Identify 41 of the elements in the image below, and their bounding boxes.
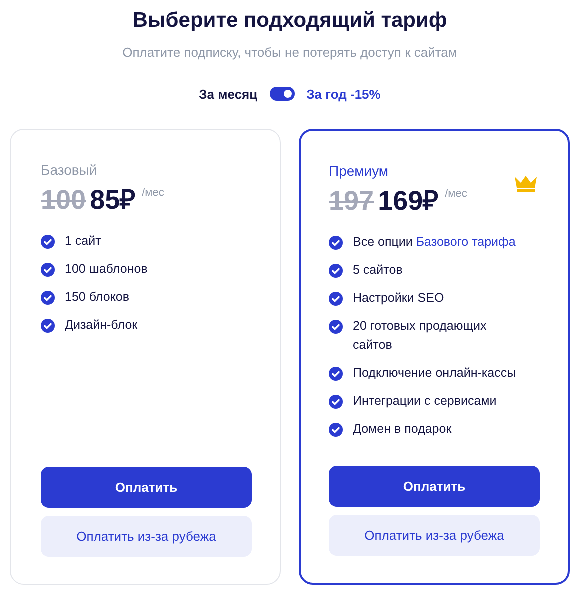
feature-text: Интеграции с сервисами — [353, 393, 498, 410]
check-icon — [41, 235, 55, 249]
feature-text: 5 сайтов — [353, 262, 404, 279]
old-price: 197 — [329, 185, 374, 218]
check-icon — [329, 367, 343, 381]
feature-text: 20 готовых продающих сайтов — [353, 318, 488, 354]
check-icon — [329, 292, 343, 306]
check-icon — [41, 263, 55, 277]
check-icon — [41, 291, 55, 305]
feature-text: Настройки SEO — [353, 290, 446, 307]
billing-toggle[interactable] — [270, 87, 295, 102]
feature-text: Подключение онлайн-кассы — [353, 365, 518, 382]
plan-link[interactable]: Базового тарифа — [416, 235, 516, 249]
crown-icon — [514, 175, 538, 193]
old-price: 100 — [41, 184, 86, 217]
page-subtitle: Оплатите подписку, чтобы не потерять доступ к сайтам — [122, 44, 458, 62]
feature-text: Все опции Базового тарифа — [353, 234, 517, 251]
monthly-label[interactable]: За месяц — [199, 84, 258, 104]
price: 85₽ — [90, 184, 136, 217]
feature-text: Дизайн-блок — [65, 317, 139, 334]
check-icon — [329, 264, 343, 278]
price-period: /мес — [445, 187, 468, 202]
pay-abroad-button[interactable]: Оплатить из-за рубежа — [41, 516, 252, 557]
feature-text: Домен в подарок — [353, 421, 453, 438]
pay-button[interactable]: Оплатить — [329, 466, 540, 507]
check-icon — [329, 395, 343, 409]
check-icon — [329, 320, 343, 334]
plan-name: Премиум — [329, 162, 390, 181]
feature-text: 100 шаблонов — [65, 261, 149, 278]
check-icon — [329, 423, 343, 437]
yearly-label[interactable]: За год -15% — [306, 84, 381, 104]
price: 169₽ — [378, 185, 440, 218]
feature-text: 150 блоков — [65, 289, 131, 306]
plan-name: Базовый — [41, 161, 98, 180]
page-title: Выберите подходящий тариф — [132, 8, 448, 34]
feature-text: 1 сайт — [65, 233, 102, 250]
price-period: /мес — [142, 186, 164, 201]
pay-abroad-button[interactable]: Оплатить из-за рубежа — [329, 515, 540, 556]
pay-button[interactable]: Оплатить — [41, 467, 252, 508]
check-icon — [41, 319, 55, 333]
check-icon — [329, 236, 343, 250]
